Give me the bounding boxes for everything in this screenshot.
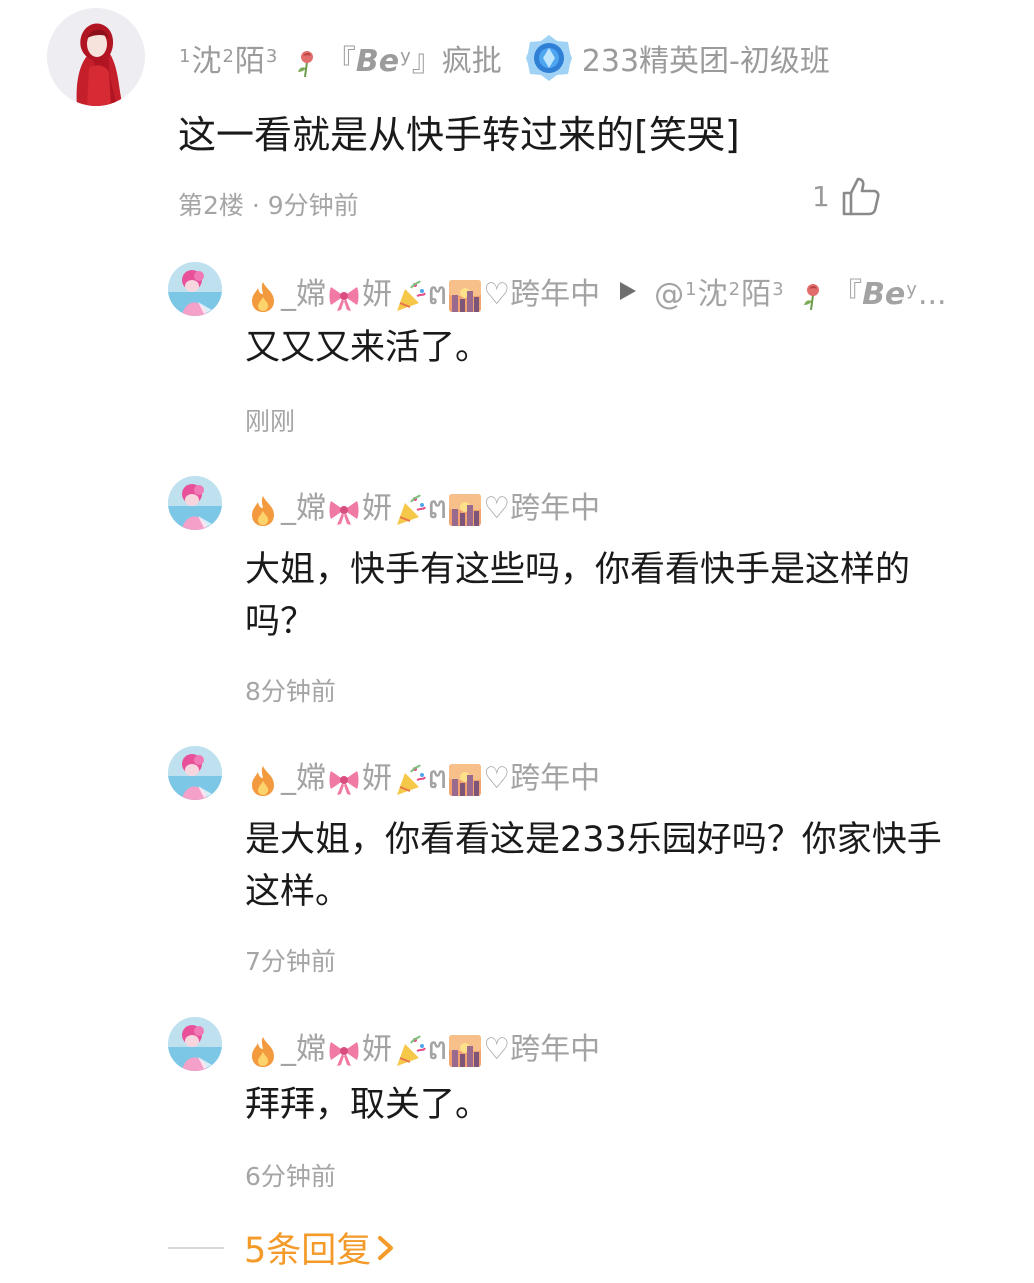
main-comment-header: 1沈2陌3 『Bey』疯批 233精英团-初级班 xyxy=(178,30,830,86)
wilted-rose-icon xyxy=(297,50,313,77)
reply-username-part: ♡跨年中 xyxy=(483,277,601,312)
username-sup-2: 2 xyxy=(222,46,234,67)
party-popper-icon xyxy=(396,279,426,312)
reply-username-part: ຕ xyxy=(428,1032,448,1067)
pink-bow-icon xyxy=(329,770,359,795)
mention-name-char-2: 陌 xyxy=(741,277,772,312)
thumbs-up-icon[interactable] xyxy=(838,174,882,218)
mention-ellipsis: ... xyxy=(917,277,947,312)
reply-text: 拜拜，取关了。 xyxy=(245,1085,491,1125)
reply-time: 刚刚 xyxy=(245,407,296,436)
reply-header: _嫦 妍 ຕ ♡跨年中 xyxy=(245,1023,600,1069)
floor-number: 第2楼 xyxy=(178,191,244,220)
pink-bow-icon xyxy=(329,500,359,525)
reply-username-part: ♡跨年中 xyxy=(483,491,601,526)
reply-text: 又又又来活了。 xyxy=(245,328,491,368)
reply-avatar[interactable] xyxy=(168,1017,222,1071)
reply-username[interactable]: _嫦 妍 ຕ ♡跨年中 xyxy=(245,483,600,527)
city-sunset-icon xyxy=(449,279,482,312)
reply-username-part: ຕ xyxy=(428,277,448,312)
reply-username-part: ຕ xyxy=(428,761,448,796)
username-sup-3: 3 xyxy=(265,46,278,67)
username-bey-sup: y xyxy=(400,46,411,67)
blue-crystal-badge-icon xyxy=(525,35,572,81)
reply-header: _嫦 妍 ຕ ♡跨年中 xyxy=(245,482,600,528)
reply-username[interactable]: _嫦 妍 ຕ ♡跨年中 xyxy=(245,753,600,797)
username-bey: Be xyxy=(355,44,400,79)
mention-name-char-1: 沈 xyxy=(697,277,728,312)
reply-username-part: 妍 xyxy=(362,277,392,312)
username-suffix: 疯批 xyxy=(441,44,502,79)
meta-dot: · xyxy=(251,191,260,220)
avatar-illustration xyxy=(47,8,145,106)
fire-icon xyxy=(252,281,274,312)
username-sup-1: 1 xyxy=(685,279,697,300)
reply-avatar[interactable] xyxy=(168,262,222,316)
reply-username-part: 妍 xyxy=(362,761,392,796)
reply-username-part: ຕ xyxy=(428,491,448,526)
reply-header: _嫦 妍 ຕ ♡跨年中 xyxy=(245,752,600,798)
fire-icon xyxy=(252,495,274,526)
reply-username-part: ♡跨年中 xyxy=(483,1032,601,1067)
reply-time: 6分钟前 xyxy=(245,1162,336,1191)
fire-icon xyxy=(252,765,274,796)
pink-bow-icon xyxy=(329,286,359,311)
more-replies-label: 5条回复 xyxy=(244,1231,372,1271)
chevron-right-icon xyxy=(378,1235,394,1260)
reply-text: 是大姐，你看看这是233乐园好吗？你家快手这样。 xyxy=(245,820,942,912)
group-name[interactable]: 233精英团-初级班 xyxy=(582,36,830,80)
more-replies-divider xyxy=(168,1247,224,1249)
city-sunset-icon xyxy=(449,1034,482,1067)
reply-username-part: _嫦 xyxy=(281,761,326,796)
more-replies-button[interactable]: 5条回复 xyxy=(244,1222,397,1273)
reply-username-part: ♡跨年中 xyxy=(483,761,601,796)
reply-username[interactable]: _嫦 妍 ຕ ♡跨年中 xyxy=(245,269,600,313)
username-char-1: 沈 xyxy=(191,44,222,79)
reply-avatar[interactable] xyxy=(168,746,222,800)
reply-to-username[interactable]: @1沈2陌3 『Bey... xyxy=(654,269,946,313)
reply-username-part: _嫦 xyxy=(281,1032,326,1067)
city-sunset-icon xyxy=(449,763,482,796)
reply-avatar[interactable] xyxy=(168,476,222,530)
mention-bracket-open: 『 xyxy=(832,277,863,312)
reply-username-part: _嫦 xyxy=(281,491,326,526)
mention-bey: Be xyxy=(862,277,906,312)
avatar-illustration xyxy=(168,262,222,316)
reply-username[interactable]: _嫦 妍 ຕ ♡跨年中 xyxy=(245,1024,600,1068)
reply-time: 8分钟前 xyxy=(245,677,336,706)
party-popper-icon xyxy=(396,493,426,526)
pink-bow-icon xyxy=(329,1041,359,1066)
fire-icon xyxy=(252,1036,274,1067)
comment-time: 9分钟前 xyxy=(267,191,359,220)
main-comment-meta: 第2楼 · 9分钟前 xyxy=(178,186,359,222)
username-sup-2: 2 xyxy=(728,279,741,300)
username-char-2: 陌 xyxy=(234,44,265,79)
mention-bey-sup: y xyxy=(906,279,917,300)
avatar-illustration xyxy=(168,476,222,530)
avatar-illustration xyxy=(168,746,222,800)
reply-header: _嫦 妍 ຕ ♡跨年中 @1沈2陌3 『Bey... xyxy=(245,268,947,314)
username-bracket-close: 』 xyxy=(411,44,442,79)
reply-username-part: 妍 xyxy=(362,491,392,526)
reply-time: 7分钟前 xyxy=(245,947,336,976)
reply-username-part: 妍 xyxy=(362,1032,392,1067)
main-comment-text: 这一看就是从快手转过来的[笑哭] xyxy=(178,113,740,157)
mention-at: @ xyxy=(654,277,685,312)
main-comment-avatar[interactable] xyxy=(47,8,145,106)
city-sunset-icon xyxy=(449,493,482,526)
party-popper-icon xyxy=(396,763,426,796)
reply-text: 大姐，快手有这些吗，你看看快手是这样的吗？ xyxy=(245,550,911,642)
reply-to-arrow-icon xyxy=(620,282,637,300)
party-popper-icon xyxy=(396,1034,426,1067)
reply-username-part: _嫦 xyxy=(281,277,326,312)
like-count: 1 xyxy=(812,180,830,213)
username-bracket-open: 『 xyxy=(325,44,356,79)
main-comment-username[interactable]: 1沈2陌3 『Bey』疯批 xyxy=(178,36,502,80)
username-sup-1: 1 xyxy=(179,46,191,67)
avatar-illustration xyxy=(168,1017,222,1071)
username-sup-3: 3 xyxy=(772,279,784,300)
wilted-rose-icon xyxy=(804,283,820,310)
